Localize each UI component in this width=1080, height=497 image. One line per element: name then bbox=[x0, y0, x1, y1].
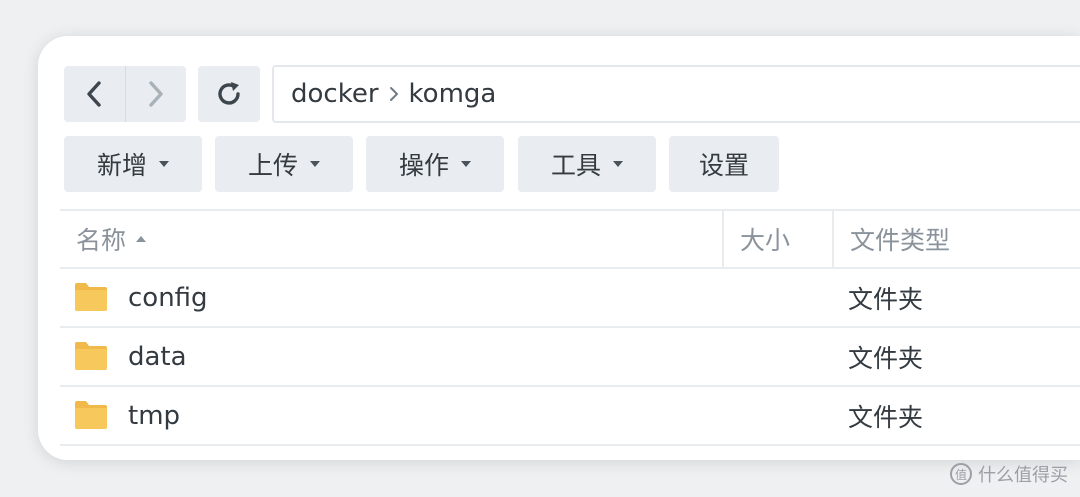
column-header-name[interactable]: 名称 bbox=[76, 211, 722, 267]
file-name: data bbox=[128, 341, 187, 372]
breadcrumb-separator-icon bbox=[389, 86, 399, 102]
column-size-label: 大小 bbox=[740, 226, 791, 255]
path-breadcrumb[interactable]: docker komga bbox=[272, 65, 1080, 123]
folder-icon bbox=[75, 342, 107, 370]
file-station-window: docker komga 新增 上传 操作 工具 设置 名称 大小 文件类型 c… bbox=[38, 36, 1080, 460]
table-row[interactable]: data 文件夹 bbox=[60, 328, 1080, 387]
column-type-label: 文件类型 bbox=[850, 226, 951, 255]
column-header-size[interactable]: 大小 bbox=[722, 211, 832, 267]
file-type: 文件夹 bbox=[848, 284, 924, 314]
tools-label: 工具 bbox=[550, 151, 601, 180]
caret-down-icon bbox=[613, 161, 623, 167]
breadcrumb-segment-komga[interactable]: komga bbox=[409, 79, 497, 109]
back-button[interactable] bbox=[64, 66, 125, 122]
caret-down-icon bbox=[461, 161, 471, 167]
folder-icon bbox=[75, 283, 107, 311]
action-label: 操作 bbox=[398, 151, 449, 180]
file-type: 文件夹 bbox=[848, 343, 924, 373]
chevron-right-icon bbox=[149, 81, 163, 107]
breadcrumb-segment-docker[interactable]: docker bbox=[291, 79, 379, 109]
file-table-header: 名称 大小 文件类型 bbox=[60, 209, 1080, 269]
upload-button[interactable]: 上传 bbox=[215, 136, 353, 192]
watermark-logo-icon: 值 bbox=[950, 463, 972, 485]
watermark-text: 什么值得买 bbox=[978, 465, 1068, 486]
column-name-label: 名称 bbox=[76, 226, 127, 255]
tools-button[interactable]: 工具 bbox=[518, 136, 656, 192]
refresh-button[interactable] bbox=[198, 66, 260, 122]
forward-button[interactable] bbox=[125, 66, 186, 122]
settings-button[interactable]: 设置 bbox=[669, 136, 779, 192]
watermark: 值 什么值得买 bbox=[950, 461, 1068, 487]
chevron-left-icon bbox=[87, 81, 101, 107]
table-row[interactable]: config 文件夹 bbox=[60, 269, 1080, 328]
upload-label: 上传 bbox=[247, 151, 298, 180]
create-button[interactable]: 新增 bbox=[64, 136, 202, 192]
create-label: 新增 bbox=[96, 151, 147, 180]
nav-button-group bbox=[64, 66, 186, 122]
refresh-icon bbox=[218, 82, 240, 105]
caret-down-icon bbox=[310, 161, 320, 167]
column-header-type[interactable]: 文件类型 bbox=[832, 211, 1080, 267]
settings-label: 设置 bbox=[698, 151, 749, 180]
file-name: tmp bbox=[128, 400, 181, 431]
file-type: 文件夹 bbox=[848, 402, 924, 432]
caret-down-icon bbox=[159, 161, 169, 167]
sort-ascending-icon bbox=[136, 236, 147, 242]
action-button[interactable]: 操作 bbox=[366, 136, 504, 192]
folder-icon bbox=[75, 401, 107, 429]
file-name: config bbox=[128, 282, 208, 313]
table-row[interactable]: tmp 文件夹 bbox=[60, 387, 1080, 446]
